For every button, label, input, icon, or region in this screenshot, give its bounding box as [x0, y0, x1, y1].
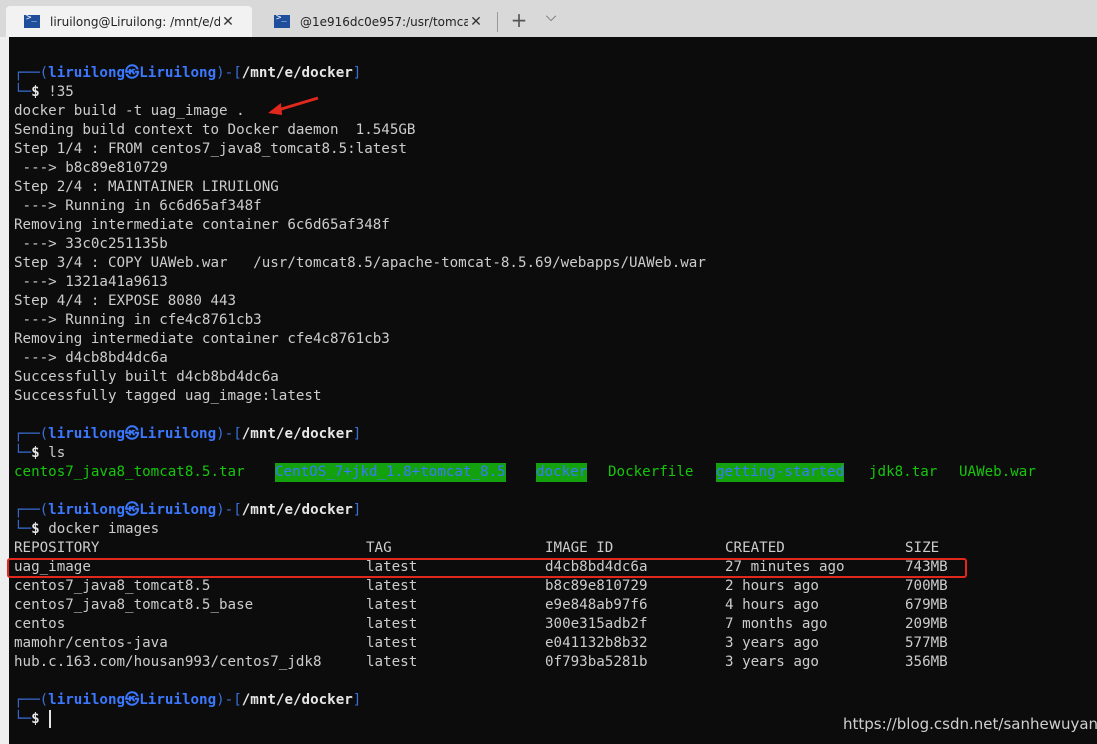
output-line: Step 3/4 : COPY UAWeb.war /usr/tomcat8.5…: [14, 255, 706, 271]
file-entry: Dockerfile: [608, 464, 694, 480]
output-line: Step 1/4 : FROM centos7_java8_tomcat8.5:…: [14, 141, 407, 157]
table-row: hub.c.163.com/housan993/centos7_jdk8 late…: [14, 653, 1074, 672]
output-line: Successfully tagged uag_image:latest: [14, 388, 322, 404]
prompt-line: ┌──(liruilong㉿Liruilong)-[/mnt/e/docker]: [14, 502, 362, 518]
table-cell: latest: [366, 578, 418, 594]
tab-divider: [497, 12, 498, 32]
table-header: REPOSITORY TAG IMAGE ID CREATED SIZE: [14, 539, 1074, 558]
table-cell: 3 years ago: [725, 654, 819, 670]
text-cursor: [49, 710, 51, 728]
table-cell: centos7_java8_tomcat8.5: [14, 578, 211, 594]
file-entry: UAWeb.war: [959, 464, 1036, 480]
table-cell: mamohr/centos-java: [14, 635, 168, 651]
table-cell: centos: [14, 616, 66, 632]
table-cell: TAG: [366, 540, 392, 556]
table-row: centos latest 300e315adb2f 7 months ago 209M…: [14, 615, 1074, 634]
close-icon[interactable]: ✕: [468, 14, 484, 30]
output-line: ---> 33c0c251135b: [14, 236, 168, 252]
output-line: Removing intermediate container cfe4c876…: [14, 331, 390, 347]
output-line: ---> b8c89e810729: [14, 160, 168, 176]
terminal-icon: [274, 13, 290, 28]
output-line: ---> Running in 6c6d65af348f: [14, 198, 262, 214]
table-cell: CREATED: [725, 540, 785, 556]
table-cell: 577MB: [905, 635, 948, 651]
table-cell: IMAGE ID: [545, 540, 614, 556]
prompt-line: ┌──(liruilong㉿Liruilong)-[/mnt/e/docker]: [14, 692, 362, 708]
table-cell: latest: [366, 635, 418, 651]
table-cell: 7 months ago: [725, 616, 828, 632]
prompt-line: ┌──(liruilong㉿Liruilong)-[/mnt/e/docker]: [14, 426, 362, 442]
table-cell: e9e848ab97f6: [545, 597, 648, 613]
table-cell: 700MB: [905, 578, 948, 594]
table-cell: 0f793ba5281b: [545, 654, 648, 670]
table-cell: hub.c.163.com/housan993/centos7_jdk8: [14, 654, 322, 670]
table-row: centos7_java8_tomcat8.5 latest b8c89e81072…: [14, 577, 1074, 596]
table-cell: 4 hours ago: [725, 597, 819, 613]
tab-bar: liruilong@Liruilong: /mnt/e/doc ✕ @1e916…: [0, 0, 1097, 37]
command-line: └─$ docker images: [14, 521, 160, 537]
close-icon[interactable]: ✕: [220, 14, 236, 30]
output-line: ---> Running in cfe4c8761cb3: [14, 312, 262, 328]
output-line: ---> 1321a41a9613: [14, 274, 168, 290]
table-cell: 209MB: [905, 616, 948, 632]
watermark: https://blog.csdn.net/sanhewuyang: [843, 715, 1097, 733]
table-cell: 2 hours ago: [725, 578, 819, 594]
chevron-down-icon[interactable]: ⌵: [542, 9, 560, 25]
command-line[interactable]: └─$: [14, 710, 40, 729]
prompt-line: ┌──(liruilong㉿Liruilong)-[/mnt/e/docker]: [14, 65, 362, 81]
table-cell: b8c89e810729: [545, 578, 648, 594]
new-tab-button[interactable]: +: [509, 8, 529, 32]
tab-container[interactable]: @1e916dc0e957:/usr/tomcat8.5 ✕: [256, 6, 496, 37]
table-cell: 356MB: [905, 654, 948, 670]
table-cell: latest: [366, 654, 418, 670]
table-cell: latest: [366, 597, 418, 613]
output-line: Sending build context to Docker daemon 1…: [14, 122, 416, 138]
table-cell: latest: [366, 616, 418, 632]
table-row: mamohr/centos-java latest e041132b8b32 3 ye…: [14, 634, 1074, 653]
tab-title: liruilong@Liruilong: /mnt/e/doc: [50, 14, 220, 29]
tab-liruilong[interactable]: liruilong@Liruilong: /mnt/e/doc ✕: [6, 6, 252, 37]
tab-title: @1e916dc0e957:/usr/tomcat8.5: [300, 14, 468, 29]
table-row: centos7_java8_tomcat8.5_base latest e9e848…: [14, 596, 1074, 615]
table-cell: centos7_java8_tomcat8.5_base: [14, 597, 254, 613]
dir-entry: CentOS_7+jkd_1.8+tomcat_8.5: [275, 463, 506, 482]
table-cell: SIZE: [905, 540, 940, 556]
arrow-annotation-icon: [268, 96, 319, 115]
file-entry: centos7_java8_tomcat8.5.tar: [14, 464, 245, 480]
dir-entry: docker: [536, 463, 588, 482]
table-cell: 300e315adb2f: [545, 616, 648, 632]
highlight-box-annotation: [7, 558, 967, 578]
dir-entry: getting-started: [716, 463, 845, 482]
output-line: ---> d4cb8bd4dc6a: [14, 350, 168, 366]
output-line: Step 2/4 : MAINTAINER LIRUILONG: [14, 179, 279, 195]
command-line: └─$ !35: [14, 84, 74, 100]
output-line: Removing intermediate container 6c6d65af…: [14, 217, 390, 233]
window-edge: [0, 37, 9, 744]
table-cell: 679MB: [905, 597, 948, 613]
file-entry: jdk8.tar: [869, 464, 938, 480]
output-line: docker build -t uag_image .: [14, 103, 245, 119]
table-cell: 3 years ago: [725, 635, 819, 651]
table-cell: e041132b8b32: [545, 635, 648, 651]
output-line: Step 4/4 : EXPOSE 8080 443: [14, 293, 237, 309]
ls-output: centos7_java8_tomcat8.5.tar CentOS_7+jkd…: [14, 463, 1084, 482]
command-line: └─$ ls: [14, 445, 66, 461]
table-cell: REPOSITORY: [14, 540, 100, 556]
output-line: Successfully built d4cb8bd4dc6a: [14, 369, 279, 385]
terminal-icon: [24, 13, 40, 28]
